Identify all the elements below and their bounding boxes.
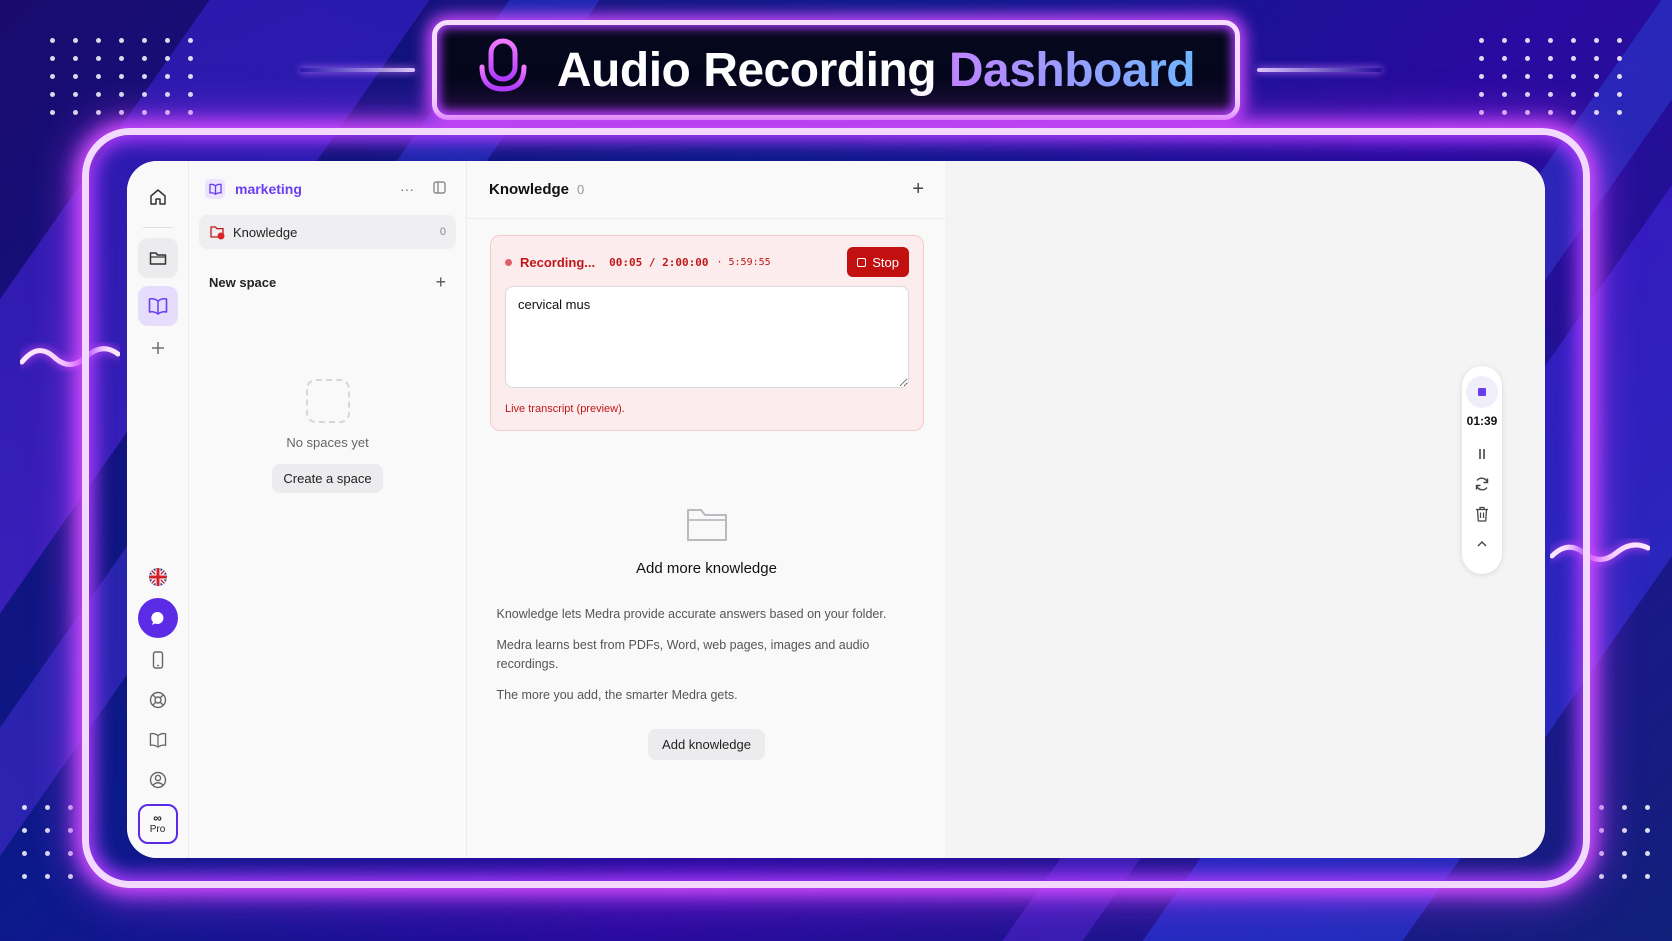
add-space-icon[interactable]: + — [435, 272, 446, 293]
description-line: The more you add, the smarter Medra gets… — [496, 688, 738, 702]
empty-spaces-text: No spaces yet — [286, 435, 369, 450]
restart-button[interactable] — [1472, 474, 1492, 494]
book-icon — [148, 297, 167, 315]
recorder-time: 01:39 — [1466, 414, 1498, 428]
decor-dots — [1599, 805, 1650, 879]
decor-line — [1257, 68, 1382, 72]
pro-label: Pro — [149, 824, 166, 835]
panel-header: Knowledge 0 + — [467, 161, 946, 219]
add-knowledge-button[interactable]: Add knowledge — [648, 729, 765, 760]
refresh-icon — [1475, 477, 1489, 491]
spaces-sidebar: marketing ··· Knowledge 0 New space + No… — [189, 161, 467, 858]
empty-placeholder-icon — [305, 379, 350, 423]
empty-knowledge-title: Add more knowledge — [636, 560, 777, 577]
chat-button[interactable] — [137, 598, 178, 638]
home-icon — [149, 189, 166, 205]
stop-label: Stop — [872, 254, 899, 270]
knowledge-record-icon — [210, 226, 225, 240]
recorder-widget: 01:39 — [1462, 366, 1502, 574]
create-space-button[interactable]: Create a space — [272, 464, 383, 493]
expand-button[interactable] — [1472, 534, 1492, 554]
stop-button[interactable]: Stop — [847, 247, 909, 277]
knowledge-button[interactable] — [137, 286, 178, 326]
lifebuoy-icon — [149, 691, 166, 709]
uk-flag-icon — [148, 568, 167, 586]
folder-icon — [686, 509, 727, 541]
banner: Audio Recording Dashboard — [432, 20, 1240, 120]
recording-label: Recording... — [520, 254, 596, 270]
recording-remaining: · 5:59:55 — [716, 256, 771, 268]
empty-knowledge: Add more knowledge Knowledge lets Medra … — [467, 506, 946, 760]
decor-line — [300, 68, 415, 72]
user-circle-icon — [149, 771, 166, 789]
sidebar-item-knowledge[interactable]: Knowledge 0 — [199, 215, 456, 249]
description-line: Knowledge lets Medra provide accurate an… — [496, 607, 887, 621]
help-button[interactable] — [138, 680, 178, 720]
stop-recording-button[interactable] — [1466, 376, 1498, 408]
account-button[interactable] — [138, 760, 178, 800]
recording-card: Recording... 00:05 / 2:00:00 · 5:59:55 S… — [490, 235, 924, 431]
phone-icon — [152, 651, 163, 669]
microphone-icon — [479, 38, 527, 103]
add-button[interactable] — [138, 328, 178, 368]
transcript-note: Live transcript (preview). — [505, 403, 625, 415]
infinity-icon: ∞ — [153, 811, 162, 825]
workspace-header: marketing ··· — [199, 175, 456, 203]
workspace-book-icon — [205, 179, 225, 199]
language-button[interactable] — [138, 560, 178, 594]
docs-button[interactable] — [138, 720, 178, 760]
collapse-sidebar-icon[interactable] — [428, 181, 450, 197]
mobile-button[interactable] — [138, 640, 178, 680]
empty-knowledge-description: Knowledge lets Medra provide accurate an… — [497, 605, 917, 717]
pro-button[interactable]: ∞ Pro — [137, 804, 178, 844]
stop-square-icon — [1478, 388, 1486, 396]
add-knowledge-icon[interactable]: + — [912, 178, 924, 201]
app-window: ∞ Pro marketing ··· Knowledge 0 New spac… — [127, 161, 1545, 858]
knowledge-panel: Knowledge 0 + Recording... 00:05 / 2:00:… — [467, 161, 947, 858]
delete-button[interactable] — [1472, 504, 1492, 524]
chevron-up-icon — [1477, 541, 1487, 547]
workspace-name[interactable]: marketing — [235, 181, 386, 197]
stop-icon — [857, 257, 867, 267]
empty-spaces: No spaces yet Create a space — [189, 379, 466, 493]
book-open-icon — [149, 732, 166, 748]
plus-icon — [151, 342, 164, 354]
more-options-icon[interactable]: ··· — [396, 181, 418, 197]
pause-button[interactable] — [1472, 444, 1492, 464]
folders-button[interactable] — [137, 238, 178, 278]
recording-elapsed: 00:05 / 2:00:00 — [609, 255, 709, 269]
sidebar-item-count: 0 — [439, 226, 446, 238]
home-button[interactable] — [138, 177, 178, 217]
chat-bubble-icon — [150, 611, 163, 625]
new-space-row: New space + — [199, 269, 456, 295]
pause-icon — [1479, 449, 1485, 459]
new-space-label: New space — [209, 274, 277, 290]
sidebar-item-label: Knowledge — [233, 224, 298, 240]
rail-divider — [142, 227, 173, 228]
recording-dot-icon — [505, 258, 512, 266]
page-title: Knowledge — [489, 181, 570, 198]
decor-dots — [22, 805, 73, 879]
knowledge-count: 0 — [577, 182, 585, 197]
transcript-field[interactable]: cervical mus — [505, 286, 909, 388]
banner-title-accent: Dashboard — [948, 43, 1196, 97]
decor-dots — [1479, 38, 1622, 115]
banner-title: Audio Recording Dashboard — [556, 43, 1196, 97]
recording-status-row: Recording... 00:05 / 2:00:00 · 5:59:55 S… — [505, 247, 909, 277]
icon-rail: ∞ Pro — [127, 161, 189, 858]
trash-icon — [1476, 506, 1488, 522]
folder-icon — [149, 252, 166, 265]
description-line: Medra learns best from PDFs, Word, web p… — [496, 638, 870, 671]
decor-dots — [50, 38, 193, 115]
content-area: 01:39 — [947, 161, 1545, 858]
